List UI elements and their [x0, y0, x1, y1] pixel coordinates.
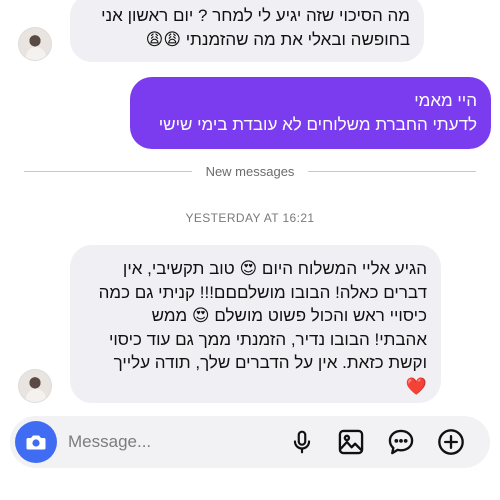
message-input[interactable] [68, 429, 228, 455]
message-text: אהבתי! הבובו נדיר, הזמנתי ממך גם עוד כיס… [108, 329, 427, 349]
message-composer [10, 416, 490, 468]
message-text: דברים כאלה! הבובו מושלםםם!!! קניתי גם כמ… [98, 282, 427, 302]
camera-icon [26, 435, 46, 450]
message-text: ❤️ [405, 376, 427, 396]
voice-message-button[interactable] [288, 428, 316, 456]
message-bubble-incoming[interactable]: הגיע אליי המשלוח היום 😍 טוב תקשיבי, אין … [70, 245, 441, 403]
message-text: היי מאמי [414, 91, 477, 110]
sticker-icon [388, 429, 414, 455]
new-messages-text: New messages [191, 164, 309, 179]
more-actions-button[interactable] [437, 428, 465, 456]
gallery-button[interactable] [337, 428, 365, 456]
message-text: הגיע אליי המשלוח היום 😍 טוב תקשיבי, אין [122, 259, 427, 278]
message-text: כיסויי ראש והכול פשוט מושלם 😍 ממש [151, 306, 427, 325]
avatar[interactable] [18, 27, 52, 61]
message-text: וקשת כזאת. אין על הדברים שלך, תודה עלייך [113, 353, 427, 372]
add-icon [438, 429, 464, 455]
camera-button[interactable] [15, 421, 57, 463]
message-timestamp: YESTERDAY AT 16:21 [185, 211, 315, 225]
sticker-button[interactable] [387, 428, 415, 456]
message-bubble-incoming[interactable]: מה הסיכוי שזה יגיע לי למחר ? יום ראשון א… [70, 0, 424, 62]
message-text: בחופשה ובאלי את מה שהזמנתי 😩😩 [145, 30, 410, 49]
new-messages-label: New messages [0, 164, 500, 180]
message-bubble-outgoing[interactable]: היי מאמי לדעתי החברת משלוחים לא עובדת בי… [130, 77, 491, 149]
avatar[interactable] [18, 369, 52, 403]
microphone-icon [293, 430, 311, 454]
message-text: מה הסיכוי שזה יגיע לי למחר ? יום ראשון א… [101, 6, 410, 25]
message-text: לדעתי החברת משלוחים לא עובדת בימי שישי [158, 115, 477, 134]
image-icon [338, 429, 364, 455]
